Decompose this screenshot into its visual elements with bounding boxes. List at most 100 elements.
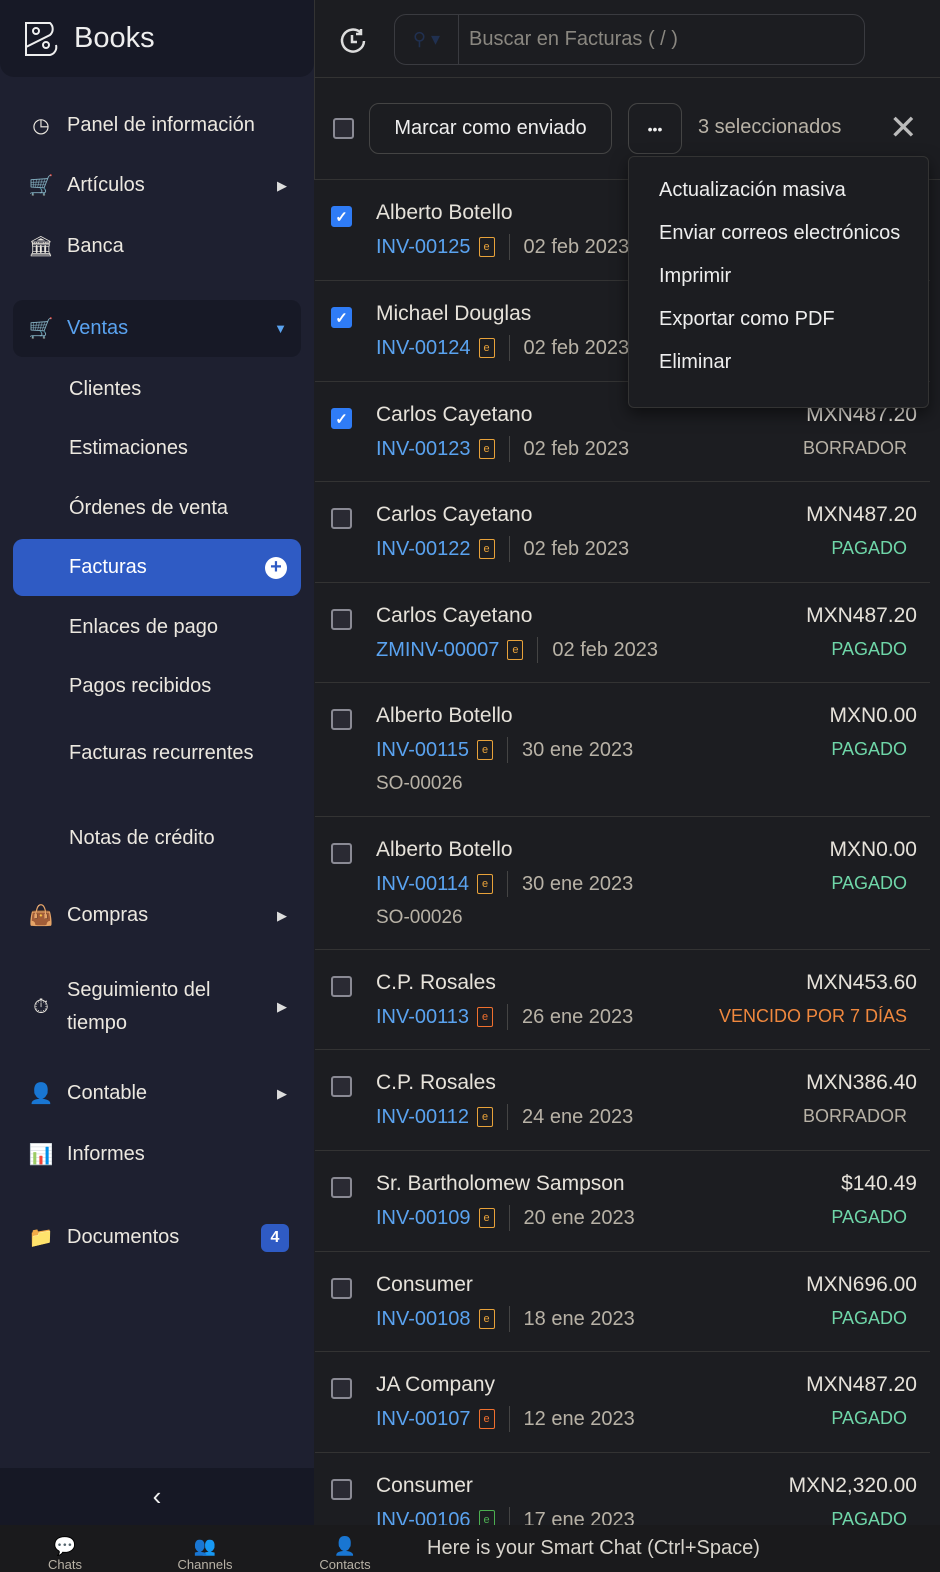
recent-history-icon[interactable]	[339, 27, 367, 55]
sidebar-item-informes[interactable]: 📊 Informes	[13, 1126, 301, 1183]
contacts-tab[interactable]: 👤 Contacts	[312, 1525, 378, 1572]
divider	[508, 436, 510, 462]
sidebar-item-panel-de-información[interactable]: ◷ Panel de información	[13, 97, 301, 154]
invoice-number-link[interactable]: INV-00122	[376, 538, 471, 561]
row-checkbox[interactable]	[331, 1278, 352, 1299]
scrollbar[interactable]	[930, 180, 940, 1525]
invoice-row[interactable]: C.P. Rosales INV-00112 e 24 ene 2023 MXN…	[315, 1050, 931, 1151]
caret-right-icon[interactable]: ▶	[277, 1086, 287, 1102]
invoice-row[interactable]: Consumer INV-00108 e 18 ene 2023 MXN696.…	[315, 1252, 931, 1352]
invoice-number-link[interactable]: INV-00107	[376, 1408, 471, 1431]
invoice-number-link[interactable]: INV-00112	[376, 1106, 469, 1129]
invoice-row[interactable]: Carlos Cayetano INV-00122 e 02 feb 2023 …	[315, 482, 931, 583]
row-checkbox[interactable]: ✓	[331, 307, 352, 328]
sidebar: Books ◷ Panel de información 🛒 Artículos ▶ 🏛 B…	[0, 0, 314, 1525]
status-badge: BORRADOR	[802, 438, 907, 458]
invoice-number-link[interactable]: ZMINV-00007	[376, 639, 499, 662]
select-all-checkbox[interactable]	[333, 118, 354, 139]
search-input[interactable]: ⚲ ▾ Buscar en Facturas ( / )	[394, 14, 865, 65]
collapse-sidebar-button[interactable]: ‹	[0, 1468, 314, 1525]
chat-bubbles-icon: 💬	[53, 1536, 77, 1556]
invoice-number-link[interactable]: INV-00108	[376, 1308, 471, 1331]
sidebar-item-notas-de-crédito[interactable]: Notas de crédito	[13, 810, 301, 867]
sidebar-item-estimaciones[interactable]: Estimaciones	[13, 420, 301, 477]
status-badge: PAGADO	[831, 873, 907, 893]
row-checkbox[interactable]	[331, 1177, 352, 1198]
chats-tab[interactable]: 💬 Chats	[40, 1525, 90, 1572]
selected-count: 3 seleccionados	[698, 116, 842, 138]
sidebar-item-seguimiento-del-tiempo[interactable]: ⏱ Seguimiento del tiempo ▶	[13, 972, 301, 1042]
menu-item-send-emails[interactable]: Enviar correos electrónicos	[659, 222, 900, 245]
caret-right-icon[interactable]: ▶	[277, 178, 287, 194]
menu-item-print[interactable]: Imprimir	[659, 265, 731, 288]
invoice-row[interactable]: C.P. Rosales INV-00113 e 26 ene 2023 MXN…	[315, 950, 931, 1050]
contacts-label: Contacts	[319, 1557, 371, 1572]
row-checkbox[interactable]	[331, 508, 352, 529]
status-badge: PAGADO	[831, 1308, 907, 1328]
row-checkbox[interactable]	[331, 1076, 352, 1097]
invoice-number-link[interactable]: INV-00124	[376, 337, 471, 360]
app-logo[interactable]: Books	[0, 0, 314, 77]
e-invoice-icon: e	[478, 1309, 495, 1329]
invoice-number-link[interactable]: INV-00125	[376, 236, 471, 259]
search-scope-dropdown[interactable]: ⚲ ▾	[395, 15, 459, 64]
invoice-row[interactable]: JA Company INV-00107 e 12 ene 2023 MXN48…	[315, 1352, 931, 1453]
row-checkbox[interactable]: ✓	[331, 206, 352, 227]
sidebar-item-artículos[interactable]: 🛒 Artículos ▶	[13, 157, 301, 214]
row-checkbox[interactable]	[331, 1479, 352, 1500]
caret-right-icon[interactable]: ▶	[277, 908, 287, 924]
invoice-number-link[interactable]: INV-00113	[376, 1006, 469, 1029]
basket-icon: 🛒	[28, 175, 54, 197]
more-actions-button[interactable]: •••	[628, 103, 682, 154]
divider	[537, 637, 539, 663]
close-icon[interactable]: ✕	[889, 108, 918, 148]
group-icon: 👥	[193, 1536, 217, 1556]
sidebar-item-contable[interactable]: 👤 Contable ▶	[13, 1065, 301, 1122]
status-badge: PAGADO	[831, 639, 907, 659]
caret-down-icon[interactable]: ▼	[274, 321, 287, 336]
sidebar-item-clientes[interactable]: Clientes	[13, 361, 301, 418]
invoice-date: 30 ene 2023	[522, 872, 634, 895]
row-checkbox[interactable]	[331, 1378, 352, 1399]
sidebar-item-compras[interactable]: 👜 Compras ▶	[13, 887, 301, 944]
invoice-number-link[interactable]: INV-00115	[376, 739, 469, 762]
sidebar-item-enlaces-de-pago[interactable]: Enlaces de pago	[13, 599, 301, 656]
invoice-amount: MXN453.60	[806, 971, 917, 994]
sidebar-item-documentos[interactable]: 📁 Documentos 4	[13, 1209, 301, 1266]
invoice-number-link[interactable]: INV-00109	[376, 1207, 471, 1230]
invoice-number-link[interactable]: INV-00123	[376, 438, 471, 461]
row-checkbox[interactable]	[331, 843, 352, 864]
menu-item-export-pdf[interactable]: Exportar como PDF	[659, 308, 835, 331]
sidebar-item-ventas[interactable]: 🛒 Ventas ▼	[13, 300, 301, 357]
invoice-row[interactable]: Carlos Cayetano ZMINV-00007 e 02 feb 202…	[315, 583, 931, 683]
mark-as-sent-button[interactable]: Marcar como enviado	[369, 103, 612, 154]
header: ⚲ ▾ Buscar en Facturas ( / )	[314, 0, 940, 78]
add-invoice-icon[interactable]: +	[265, 556, 287, 579]
invoice-row[interactable]: Alberto Botello INV-00115 e 30 ene 2023 …	[315, 683, 931, 817]
menu-item-bulk-update[interactable]: Actualización masiva	[659, 179, 846, 202]
invoice-amount: MXN386.40	[806, 1071, 917, 1094]
channels-tab[interactable]: 👥 Channels	[170, 1525, 240, 1572]
caret-right-icon[interactable]: ▶	[277, 999, 287, 1015]
invoice-row[interactable]: Alberto Botello INV-00114 e 30 ene 2023 …	[315, 817, 931, 950]
invoice-amount: MXN487.20	[806, 503, 917, 526]
smart-chat-input[interactable]: Here is your Smart Chat (Ctrl+Space)	[427, 1537, 760, 1560]
row-checkbox[interactable]	[331, 709, 352, 730]
sidebar-item-label: Seguimiento del tiempo	[67, 979, 211, 1034]
sidebar-item-órdenes-de-venta[interactable]: Órdenes de venta	[13, 480, 301, 537]
sidebar-item-facturas[interactable]: Facturas +	[13, 539, 301, 596]
row-checkbox[interactable]	[331, 609, 352, 630]
sidebar-item-facturas-recurrentes[interactable]: Facturas recurrentes	[13, 718, 301, 788]
invoice-number-link[interactable]: INV-00114	[376, 873, 469, 896]
menu-item-delete[interactable]: Eliminar	[659, 351, 731, 374]
row-checkbox[interactable]	[331, 976, 352, 997]
invoice-row[interactable]: Sr. Bartholomew Sampson INV-00109 e 20 e…	[315, 1151, 931, 1252]
divider	[508, 335, 510, 361]
invoice-date: 30 ene 2023	[522, 738, 634, 761]
sidebar-item-banca[interactable]: 🏛 Banca	[13, 218, 301, 275]
e-invoice-icon: e	[478, 338, 495, 358]
row-checkbox[interactable]: ✓	[331, 408, 352, 429]
invoice-date: 02 feb 2023	[552, 638, 659, 661]
sidebar-item-pagos-recibidos[interactable]: Pagos recibidos	[13, 658, 301, 715]
invoice-date: 20 ene 2023	[523, 1206, 635, 1229]
